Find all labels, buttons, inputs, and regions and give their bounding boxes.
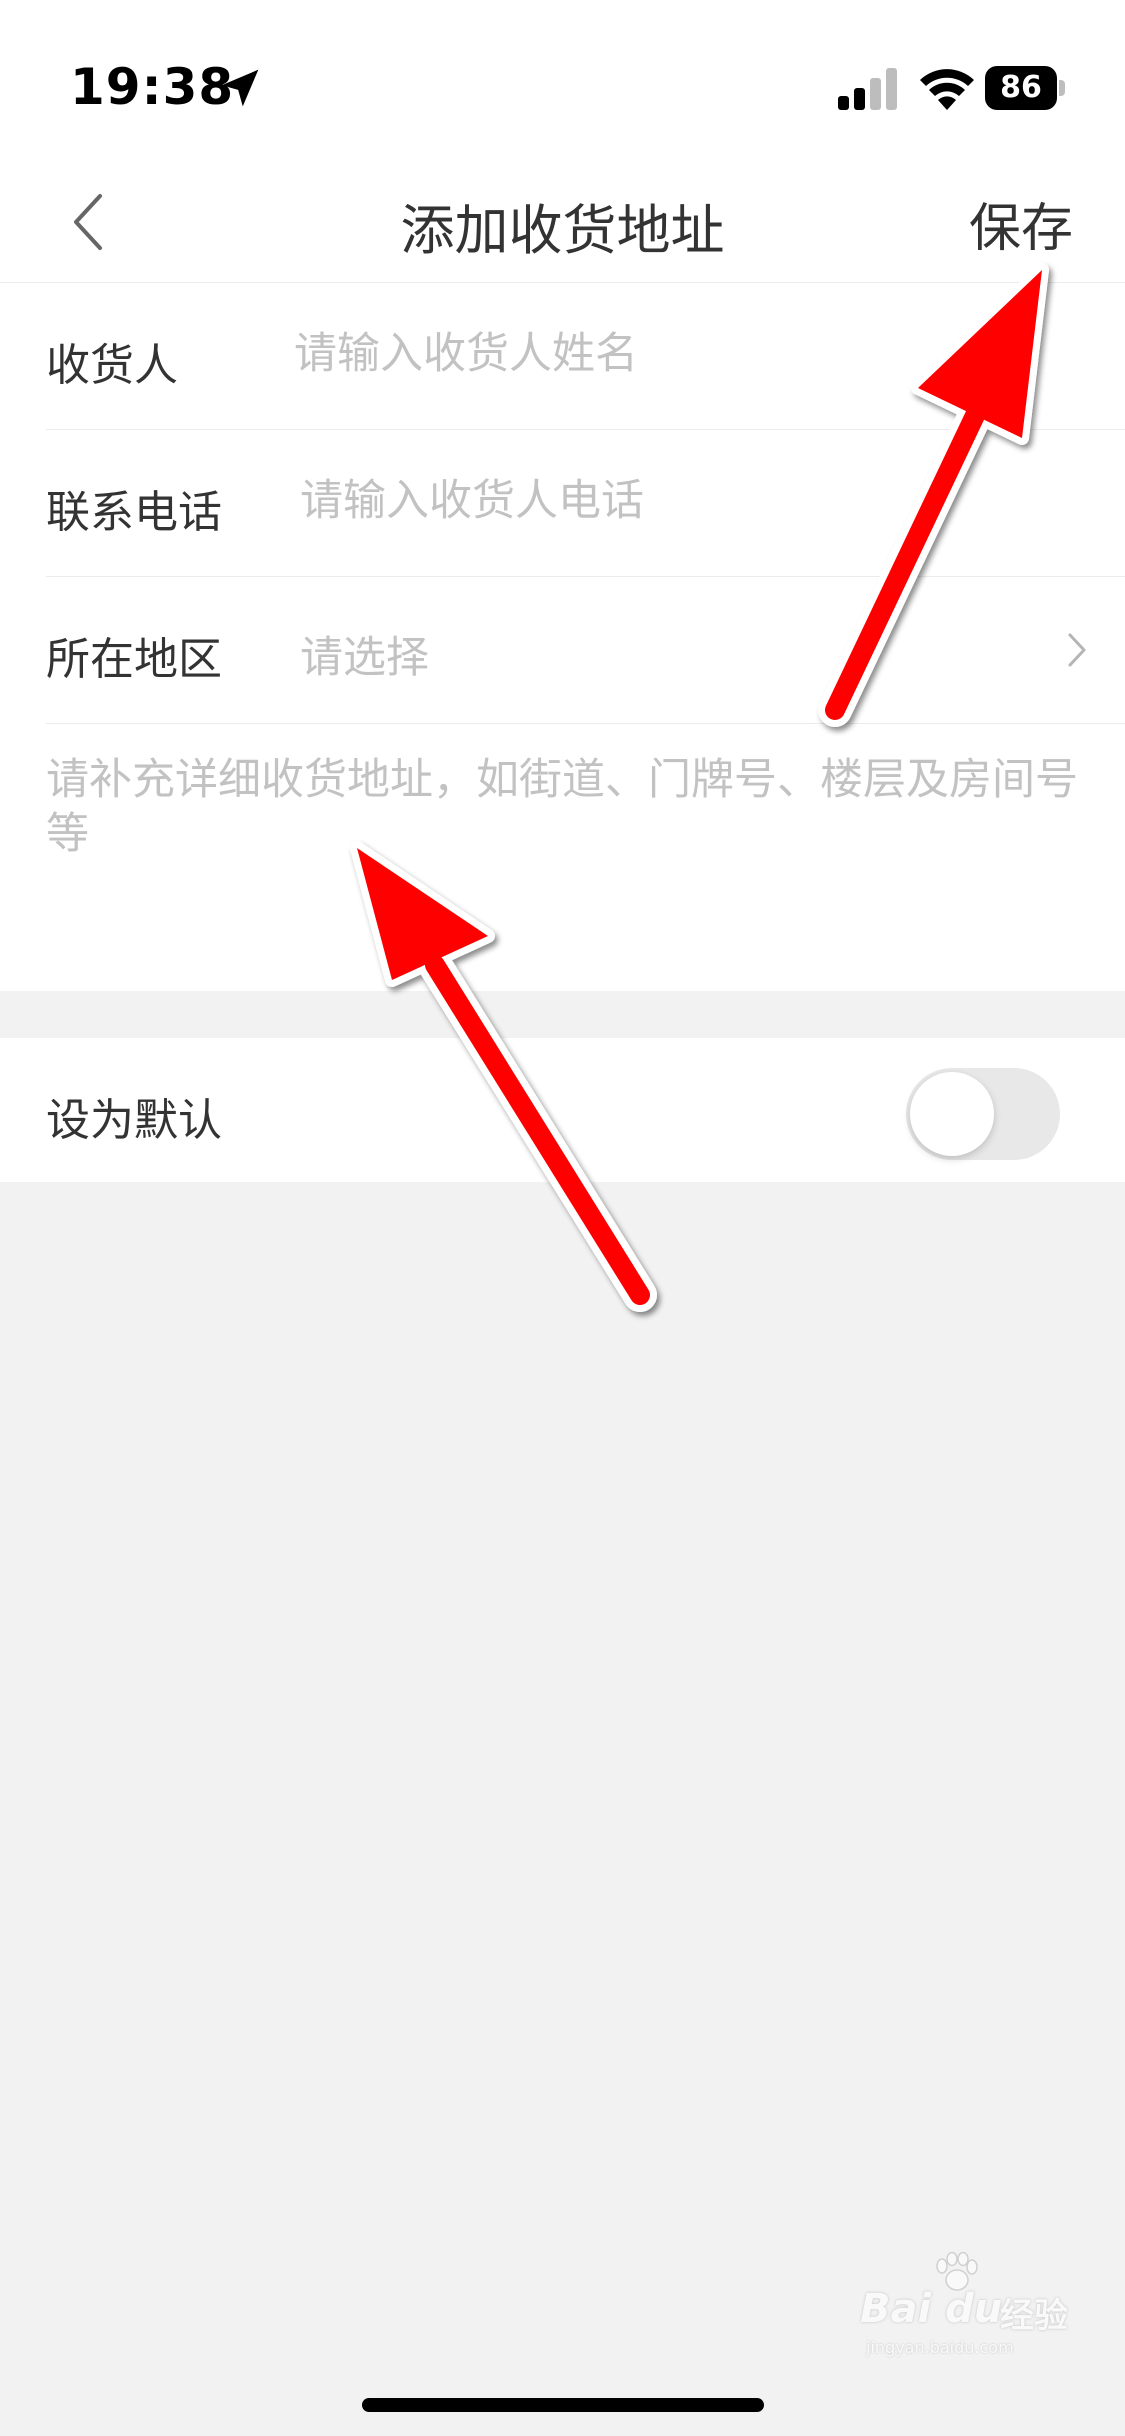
nav-bar: 添加收货地址 保存 (0, 160, 1125, 283)
form-row-consignee: 收货人 (46, 283, 1125, 430)
phone-input[interactable] (300, 466, 1060, 536)
phone-label: 联系电话 (46, 487, 222, 538)
default-address-row: 设为默认 (0, 1038, 1125, 1182)
status-bar: 19:38 86 (0, 0, 1125, 160)
address-form: 收货人 联系电话 所在地区 请选择 (0, 283, 1125, 991)
region-label: 所在地区 (46, 634, 222, 685)
region-select[interactable]: 请选择 (300, 613, 1100, 687)
consignee-input[interactable] (294, 319, 1054, 389)
watermark-brand-cn: 经验 (1000, 2296, 1068, 2336)
baidu-jingyan-watermark: Bai du 经验 jingyan.baidu.com (860, 2252, 1080, 2370)
default-toggle[interactable] (906, 1068, 1060, 1160)
cellular-signal-icon (838, 68, 897, 110)
save-button[interactable]: 保存 (969, 186, 1073, 261)
page-title: 添加收货地址 (400, 199, 725, 262)
form-row-phone: 联系电话 (46, 430, 1125, 577)
back-button[interactable] (58, 182, 128, 262)
consignee-label: 收货人 (46, 340, 178, 391)
chevron-right-icon (1068, 633, 1086, 667)
watermark-url: jingyan.baidu.com (866, 2338, 1014, 2357)
wifi-icon (920, 69, 974, 110)
region-placeholder: 请选择 (300, 633, 429, 683)
detail-address-input[interactable] (46, 753, 1086, 963)
status-time: 19:38 (70, 58, 235, 116)
watermark-brand: Bai du (860, 2286, 1003, 2332)
chevron-left-icon (74, 194, 102, 250)
battery-level: 86 (985, 66, 1057, 110)
home-indicator[interactable] (362, 2398, 764, 2412)
location-arrow-icon (221, 69, 259, 107)
default-label: 设为默认 (46, 1095, 222, 1146)
form-row-region: 所在地区 请选择 (46, 577, 1125, 724)
battery-icon: 86 (985, 66, 1065, 110)
battery-cap (1059, 80, 1065, 96)
toggle-knob (910, 1072, 994, 1156)
